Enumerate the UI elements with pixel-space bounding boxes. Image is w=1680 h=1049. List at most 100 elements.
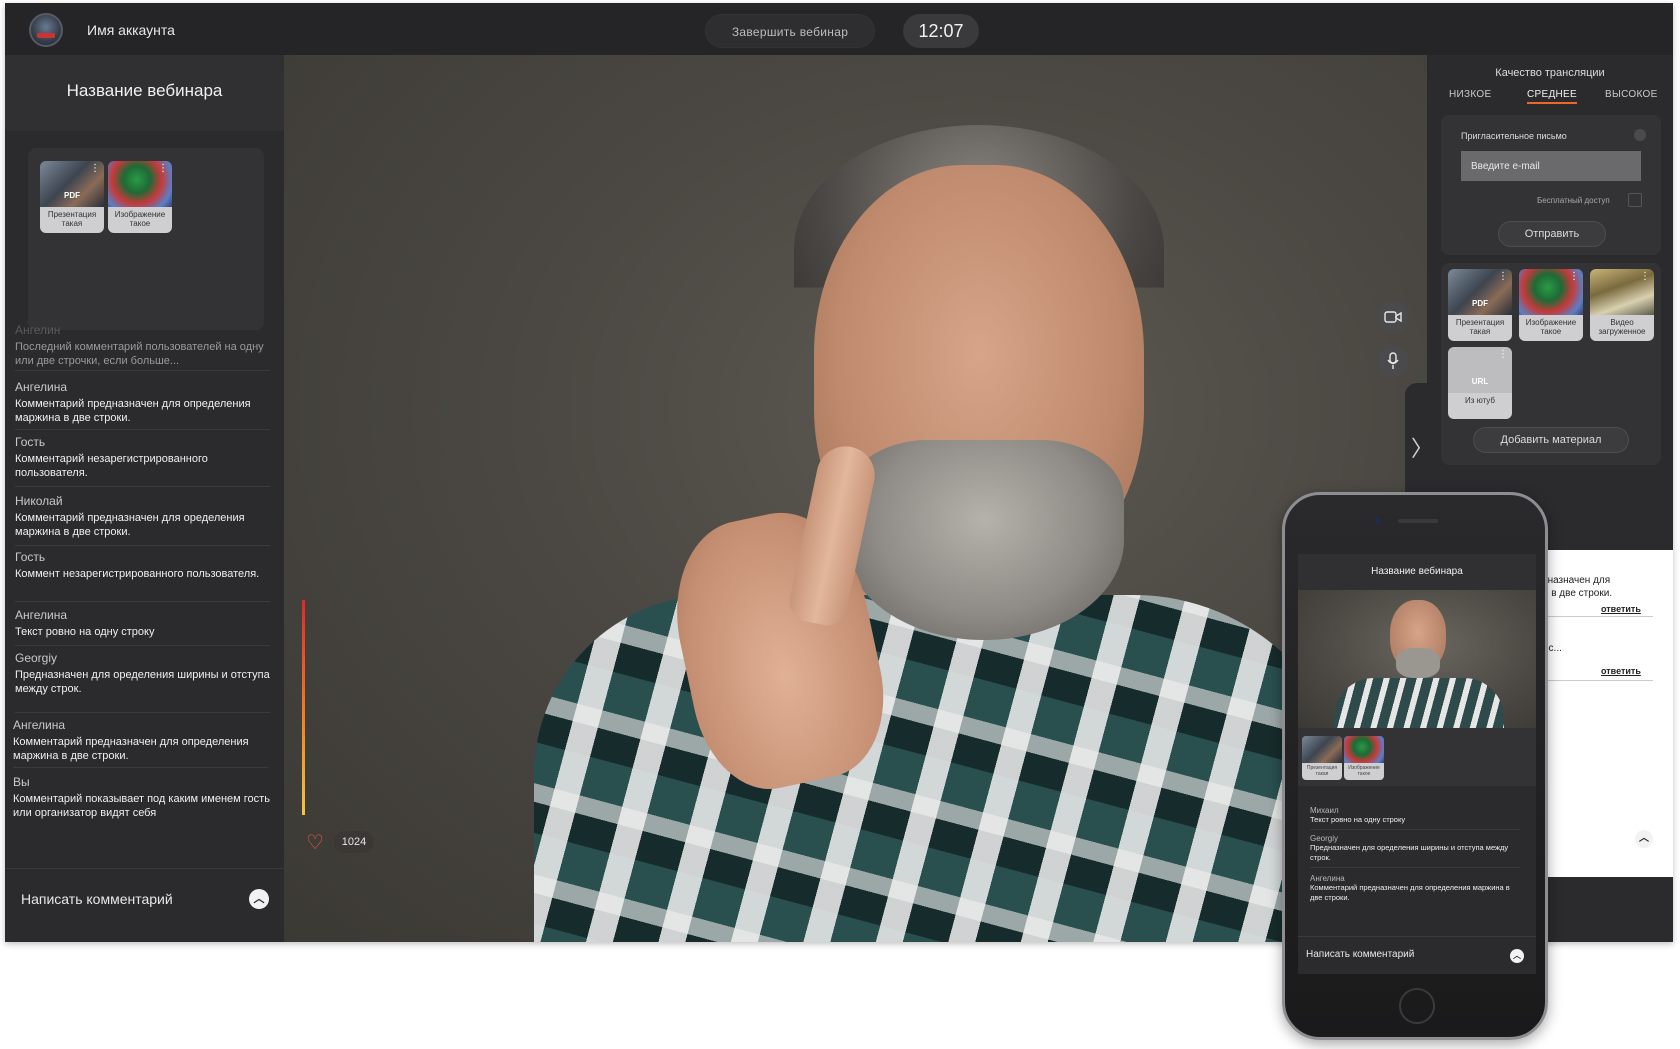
comment-author: Ангелина (1310, 874, 1345, 883)
mobile-material-thumb-pdf[interactable]: Презентация такая (1302, 736, 1342, 780)
comment-author: Николай (15, 494, 63, 508)
material-caption: Презентация такая (40, 207, 104, 233)
material-thumb-image[interactable]: ⋮ Изображение такое (108, 161, 172, 233)
more-icon[interactable]: ⋮ (90, 164, 100, 174)
materials-box: PDF ⋮ Презентация такая ⋮ Изображение та… (28, 148, 264, 330)
phone-earpiece (1398, 519, 1438, 523)
mobile-write-comment-bar[interactable]: Написать комментарий ︿ (1298, 936, 1536, 974)
audio-level-meter (302, 600, 305, 815)
material-caption: Из ютуб (1448, 393, 1512, 419)
mobile-write-comment-input[interactable]: Написать комментарий (1306, 949, 1414, 960)
comment-author: Ангелина (13, 718, 66, 732)
comment-text: Текст ровно на одну строку (15, 626, 155, 638)
quality-option-high[interactable]: ВЫСОКОЕ (1605, 89, 1658, 100)
comment-author: Михаил (1310, 806, 1339, 815)
mobile-material-thumb-image[interactable]: Изображение такое (1344, 736, 1384, 780)
quality-option-low[interactable]: НИЗКОЕ (1449, 89, 1491, 100)
material-thumb-pdf[interactable]: PDF ⋮ Презентация такая (1448, 269, 1512, 341)
comment-item: Ангелин Последний комментарий пользовате… (15, 323, 270, 371)
comment-author: Гость (15, 435, 46, 449)
chat-card: зназначен для я в две строки. ответить о… (1543, 550, 1673, 877)
mobile-materials: Презентация такая Изображение такое (1298, 728, 1536, 786)
free-access-checkbox[interactable] (1628, 193, 1642, 207)
mobile-comment-item: Ангелина Комментарий предназначен для оп… (1310, 874, 1520, 907)
comment-text: Предназначен для оределения ширины и отс… (15, 669, 270, 695)
comment-item: Николай Комментарий предназначен для оре… (15, 494, 270, 546)
video-stream: ♡ 1024 (284, 55, 1427, 942)
material-caption: Изображение такое (1519, 315, 1583, 341)
comment-author: Ангелин (15, 323, 61, 337)
comment-item: Ангелина Комментарий предназначен для оп… (15, 380, 270, 430)
quality-option-medium[interactable]: СРЕДНЕЕ (1527, 89, 1577, 104)
more-icon[interactable]: ⋮ (1569, 272, 1579, 282)
reply-link[interactable]: ответить (1601, 604, 1641, 614)
invite-title: Пригласительное письмо (1461, 131, 1567, 141)
write-comment-bar[interactable]: Написать комментарий ︿ (5, 868, 284, 942)
phone-mockup: Название вебинара Презентация такая Изоб… (1282, 492, 1548, 1040)
quality-title: Качество трансляции (1495, 67, 1605, 79)
invite-card: Пригласительное письмо Бесплатный доступ… (1441, 115, 1661, 255)
free-access-label: Бесплатный доступ (1537, 196, 1610, 205)
comment-item: Гость Комментарий незарегистрированного … (15, 435, 270, 487)
material-caption: Изображение такое (1344, 763, 1384, 780)
comment-text: Текст ровно на одну строку (1310, 815, 1406, 824)
comment-text: Комментарий показывает под каким именем … (13, 793, 270, 819)
comment-text: Комментарий предназначен для определения… (1310, 883, 1510, 902)
email-field[interactable] (1461, 151, 1641, 181)
reply-link[interactable]: ответить (1601, 666, 1641, 676)
end-webinar-button[interactable]: Завершить вебинар (705, 14, 875, 48)
close-icon[interactable] (1634, 129, 1646, 141)
webinar-logo-icon[interactable] (29, 13, 63, 47)
mobile-comment-item: Georgiy Предназначен для оределения шири… (1310, 834, 1520, 868)
phone-camera-icon (1375, 518, 1381, 524)
material-caption: Презентация такая (1302, 763, 1342, 780)
chevron-up-icon[interactable]: ︿ (1635, 830, 1653, 848)
webinar-title: Название вебинара (5, 55, 284, 131)
material-thumb-url[interactable]: URL ⋮ Из ютуб (1448, 347, 1512, 419)
speaker-shirt (534, 595, 1354, 942)
pdf-icon (1302, 736, 1342, 764)
comment-item: Ангелина Текст ровно на одну строку (15, 608, 270, 646)
comment-author: Georgiy (1310, 834, 1339, 843)
more-icon[interactable]: ⋮ (1498, 350, 1508, 360)
more-icon[interactable]: ⋮ (158, 164, 168, 174)
more-icon[interactable]: ⋮ (1498, 272, 1508, 282)
material-badge: PDF (1472, 299, 1488, 308)
eye-icon (1344, 736, 1384, 764)
material-caption: Изображение такое (108, 207, 172, 233)
divider (1543, 680, 1653, 681)
material-thumb-pdf[interactable]: PDF ⋮ Презентация такая (40, 161, 104, 233)
microphone-icon[interactable] (1377, 345, 1409, 377)
camera-icon[interactable] (1377, 301, 1409, 333)
material-thumb-video[interactable]: ⋮ Видео загруженное (1590, 269, 1654, 341)
comment-author: Ангелина (15, 608, 68, 622)
chevron-up-icon[interactable]: ︿ (249, 889, 269, 909)
speaker-beard (844, 440, 1124, 640)
heart-icon[interactable]: ♡ (306, 830, 324, 855)
comment-text: Комментарий предназначен для определения… (13, 736, 249, 762)
more-icon[interactable]: ⋮ (1640, 272, 1650, 282)
comment-text: Комментарий незарегистрированного пользо… (15, 453, 208, 479)
comment-text: Последний комментарий пользователей на о… (15, 341, 264, 367)
material-caption: Презентация такая (1448, 315, 1512, 341)
mobile-speaker-beard (1396, 648, 1440, 678)
material-badge: URL (1471, 377, 1489, 386)
send-button[interactable]: Отправить (1498, 221, 1606, 247)
material-caption: Видео загруженное (1590, 315, 1654, 341)
material-badge: PDF (64, 191, 80, 200)
chevron-up-icon[interactable]: ︿ (1510, 949, 1524, 963)
comment-author: Ангелина (15, 380, 68, 394)
mobile-video-stream (1298, 590, 1536, 728)
add-material-button[interactable]: Добавить материал (1473, 427, 1629, 453)
comment-author: Вы (13, 775, 30, 789)
divider (1543, 616, 1653, 617)
material-thumb-image[interactable]: ⋮ Изображение такое (1519, 269, 1583, 341)
top-bar: Имя аккаунта Завершить вебинар 12:07 (5, 3, 1673, 55)
timer: 12:07 (903, 14, 979, 48)
phone-home-button (1399, 988, 1435, 1024)
collapse-panel-tab[interactable]: 〉 (1405, 383, 1433, 503)
write-comment-input[interactable]: Написать комментарий (21, 891, 173, 907)
comment-text: Комментарий предназначен для оределения … (15, 512, 245, 538)
comment-item: Georgiy Предназначен для оределения шири… (15, 651, 270, 713)
account-name[interactable]: Имя аккаунта (87, 22, 175, 38)
